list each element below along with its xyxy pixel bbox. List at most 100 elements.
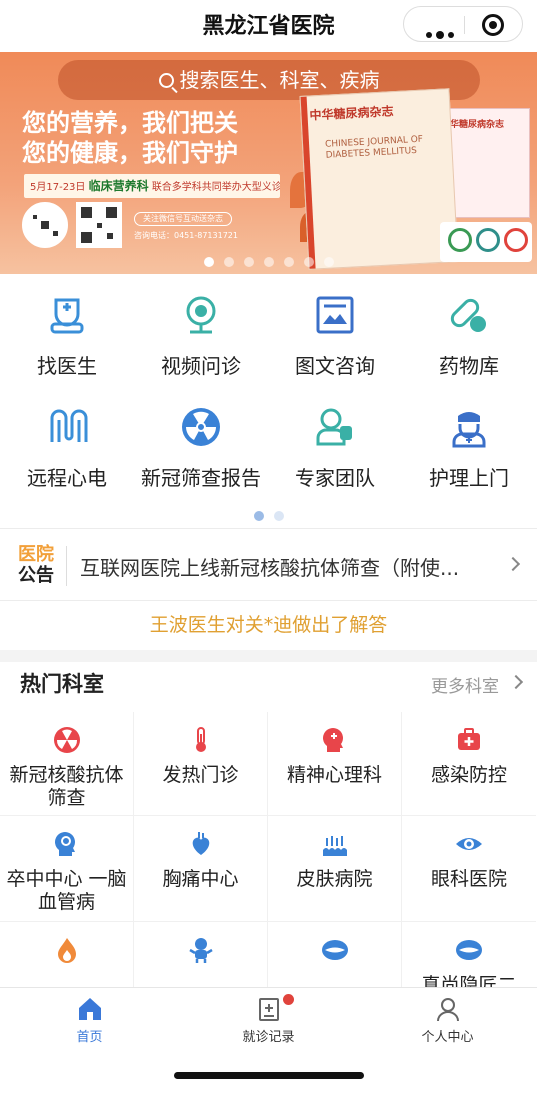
service-image-consult[interactable]: 图文咨询 (268, 288, 402, 398)
image-chat-icon (316, 296, 354, 334)
home-icon (78, 998, 101, 1020)
department-label: 发热门诊 (162, 764, 239, 786)
banner-dot[interactable] (203, 257, 214, 267)
department-label: 精神心理科 (286, 764, 382, 786)
medical-record-icon (258, 998, 279, 1021)
department-grid: 新冠核酸抗体筛查 发热门诊 精神心理科 感染防控 卒中中心 一脑血管病 胸痛中心… (0, 712, 537, 987)
department-chest-pain[interactable]: 胸痛中心 (134, 816, 268, 922)
service-label: 视频问诊 (161, 354, 241, 378)
department-label: 皮肤病院 (296, 868, 373, 890)
radiation-icon (53, 727, 80, 753)
page-dot[interactable] (273, 511, 284, 521)
banner-dot[interactable] (303, 257, 314, 267)
banner-dot[interactable] (263, 257, 274, 267)
mouth-icon (321, 940, 348, 960)
banner-slogan: 您的营养，我们把关 您的健康，我们守护 (22, 109, 238, 167)
skin-icon (322, 836, 347, 856)
tab-records[interactable]: 就诊记录 (179, 988, 358, 1048)
department-stroke-center[interactable]: 卒中中心 一脑血管病 (0, 816, 134, 922)
department-burns[interactable] (0, 922, 134, 987)
person-icon (436, 998, 459, 1022)
home-indicator (174, 1072, 364, 1079)
search-icon (158, 73, 174, 88)
radiation-icon (182, 408, 220, 446)
consult-phone: 咨询电话：0451-87131721 (134, 231, 238, 240)
flame-icon (57, 938, 76, 963)
ecg-icon (50, 409, 88, 442)
department-label: 新冠核酸抗体筛查 (9, 764, 124, 809)
team-icon (316, 408, 352, 446)
banner-dot[interactable] (243, 257, 254, 267)
follow-tip: 关注微信号互动送杂志 (134, 212, 232, 226)
service-video-consult[interactable]: 视频问诊 (134, 288, 268, 398)
banner-pagination (0, 252, 537, 271)
department-stomatology-2[interactable]: 真尚隐匠二 (402, 922, 536, 987)
banner-dot[interactable] (283, 257, 294, 267)
doctor-icon (50, 298, 84, 334)
service-home-nursing[interactable]: 护理上门 (402, 400, 536, 510)
heart-icon (192, 832, 209, 855)
nurse-icon (452, 412, 486, 448)
service-expert-team[interactable]: 专家团队 (268, 400, 402, 510)
service-label: 图文咨询 (295, 354, 375, 378)
magazine-cover: 中华糖尿病杂志 CHINESE JOURNAL OF DIABETES MELL… (299, 88, 459, 270)
banner-dot[interactable] (323, 257, 334, 267)
brain-icon (54, 832, 75, 856)
thermometer-icon (195, 727, 206, 752)
service-find-doctor[interactable]: 找医生 (0, 288, 134, 398)
doctor-answer-ticker[interactable]: 王波医生对关*迪做出了解答 (0, 610, 537, 637)
tab-label: 就诊记录 (242, 1030, 295, 1045)
qr-code-image (76, 202, 122, 248)
eye-icon (456, 838, 482, 850)
service-label: 新冠筛查报告 (141, 466, 261, 490)
mini-program-capsule (403, 6, 523, 42)
more-menu-icon[interactable] (426, 23, 458, 42)
service-label: 专家团队 (295, 466, 375, 490)
tab-home[interactable]: 首页 (0, 988, 179, 1048)
bottom-tab-bar: 首页 就诊记录 个人中心 (0, 987, 537, 1073)
tab-profile[interactable]: 个人中心 (358, 988, 537, 1048)
service-drug-library[interactable]: 药物库 (402, 288, 536, 398)
more-departments-link[interactable]: 更多科室 (431, 672, 499, 697)
page-dot[interactable] (253, 511, 264, 521)
brain-head-icon (322, 728, 343, 752)
mouth-icon (456, 940, 482, 960)
service-remote-ecg[interactable]: 远程心电 (0, 400, 134, 510)
notice-text: 互联网医院上线新冠核酸抗体筛查（附使... (80, 556, 460, 580)
notice-tag: 医院 公告 (18, 544, 54, 586)
department-label: 眼科医院 (430, 868, 507, 890)
department-dermatology[interactable]: 皮肤病院 (268, 816, 402, 922)
camera-icon (186, 296, 216, 334)
department-label: 胸痛中心 (162, 868, 239, 890)
department-ophthalmology[interactable]: 眼科医院 (402, 816, 536, 922)
department-fever-clinic[interactable]: 发热门诊 (134, 712, 268, 816)
event-info: 5月17-23日 临床营养科 联合多学科共同举办大型义诊活动 (24, 174, 280, 198)
service-label: 远程心电 (27, 466, 107, 490)
service-covid-report[interactable]: 新冠筛查报告 (134, 400, 268, 510)
baby-icon (188, 938, 213, 963)
department-pediatrics[interactable] (134, 922, 268, 987)
pill-icon (450, 298, 486, 332)
close-mini-program-icon[interactable] (482, 14, 504, 36)
department-label: 卒中中心 一脑血管病 (6, 868, 127, 913)
service-label: 药物库 (439, 354, 499, 378)
service-pagination (0, 506, 537, 525)
notification-badge (283, 994, 294, 1005)
department-label: 真尚隐匠二 (421, 974, 517, 987)
tab-label: 首页 (76, 1030, 103, 1045)
department-psychiatry[interactable]: 精神心理科 (268, 712, 402, 816)
department-stomatology[interactable] (268, 922, 402, 987)
hospital-notice[interactable]: 医院 公告 互联网医院上线新冠核酸抗体筛查（附使... (0, 530, 537, 600)
wechat-code-image (22, 202, 68, 248)
search-placeholder: 搜索医生、科室、疾病 (179, 68, 380, 92)
promo-banner[interactable]: 搜索医生、科室、疾病 您的营养，我们把关 您的健康，我们守护 5月17-23日 … (0, 52, 537, 274)
department-covid-screening[interactable]: 新冠核酸抗体筛查 (0, 712, 134, 816)
banner-dot[interactable] (223, 257, 234, 267)
service-label: 护理上门 (429, 466, 509, 490)
department-label: 感染防控 (430, 764, 507, 786)
section-title: 热门科室 (20, 672, 104, 696)
department-infection-control[interactable]: 感染防控 (402, 712, 536, 816)
medkit-icon (458, 728, 480, 750)
tab-label: 个人中心 (421, 1030, 474, 1045)
chevron-right-icon (508, 674, 524, 690)
